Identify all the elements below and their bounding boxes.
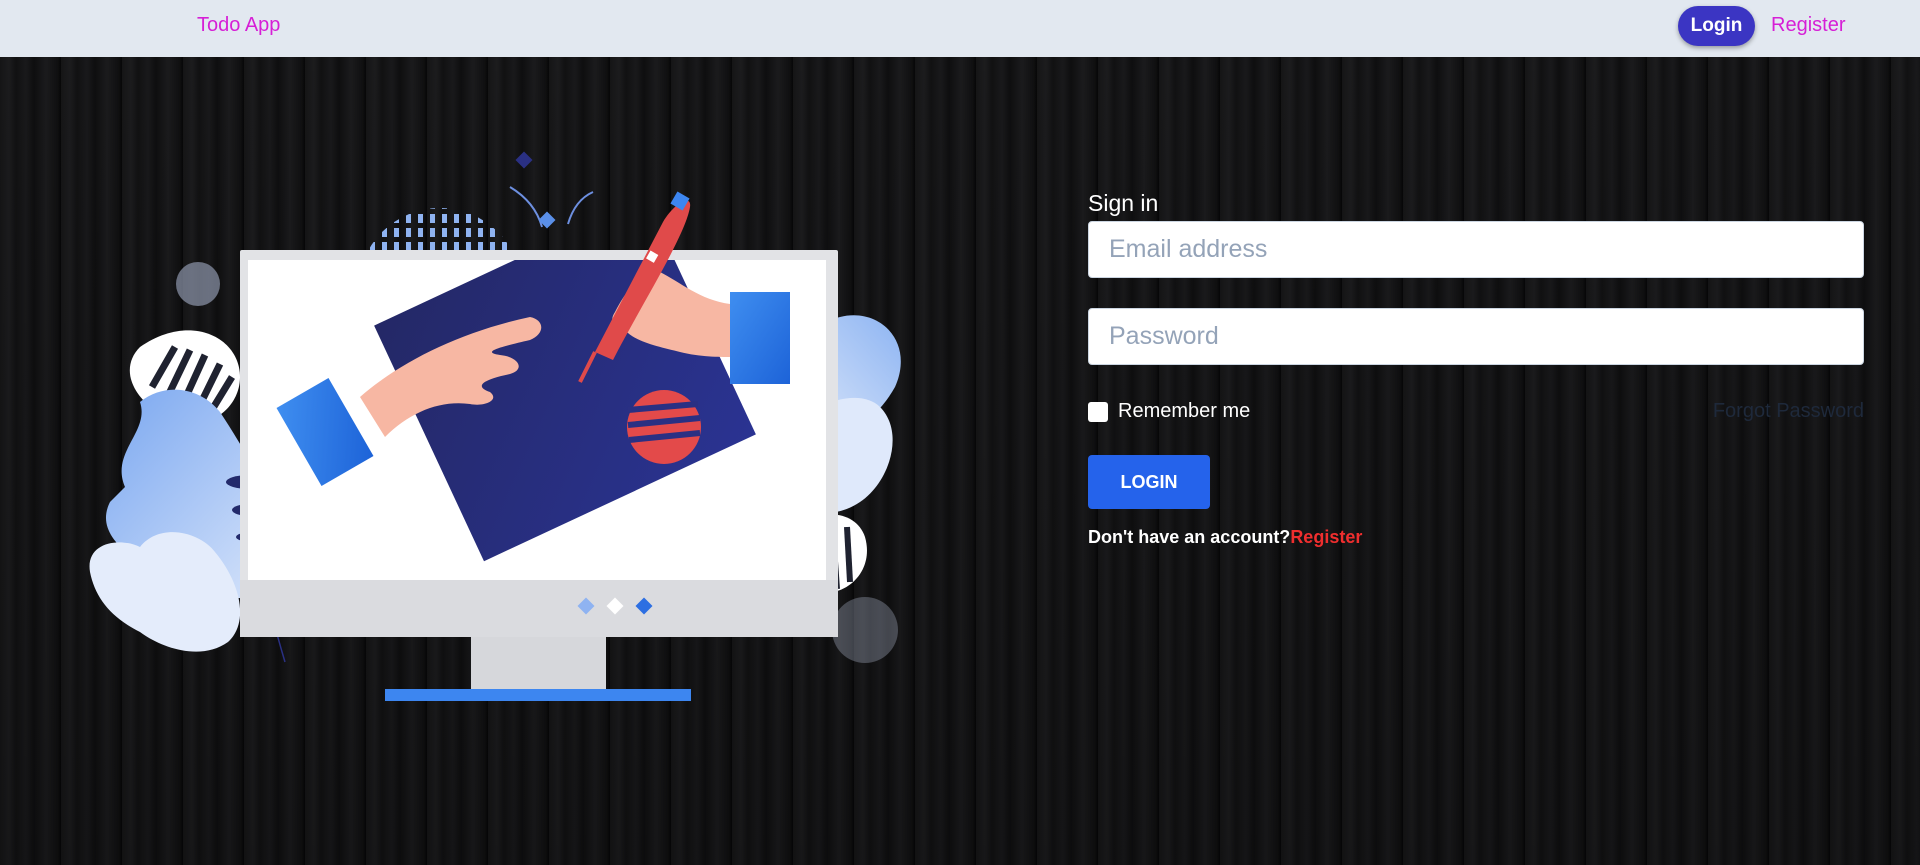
monitor-base [385, 689, 691, 701]
forgot-password-link[interactable]: Forgot Password [1713, 400, 1864, 423]
diamond-decoration [515, 151, 533, 169]
password-input[interactable] [1088, 308, 1864, 365]
signup-prompt: Don't have an account?Register [1088, 527, 1362, 548]
striped-circle-decoration [176, 262, 220, 306]
monitor-chin [240, 580, 838, 637]
arc-decoration [509, 186, 543, 228]
nav-register-link[interactable]: Register [1771, 14, 1845, 37]
computer-illustration [89, 151, 901, 701]
remember-me-checkbox[interactable] [1088, 401, 1108, 422]
striped-circle-decoration [832, 597, 898, 663]
monitor-neck [471, 637, 606, 689]
nav-login-button[interactable]: Login [1678, 6, 1755, 46]
email-input[interactable] [1088, 221, 1864, 278]
brand-link[interactable]: Todo App [197, 14, 280, 37]
login-button[interactable]: LOGIN [1088, 455, 1210, 509]
main-area [0, 57, 1920, 865]
remember-me-row: Remember me [1088, 400, 1250, 423]
sign-in-title: Sign in [1088, 190, 1159, 216]
top-navbar: Todo App Login Register [0, 0, 1920, 57]
remember-me-label: Remember me [1118, 400, 1251, 422]
signup-prompt-text: Don't have an account? [1088, 527, 1291, 547]
register-link[interactable]: Register [1290, 527, 1362, 547]
arc-decoration [567, 191, 594, 225]
